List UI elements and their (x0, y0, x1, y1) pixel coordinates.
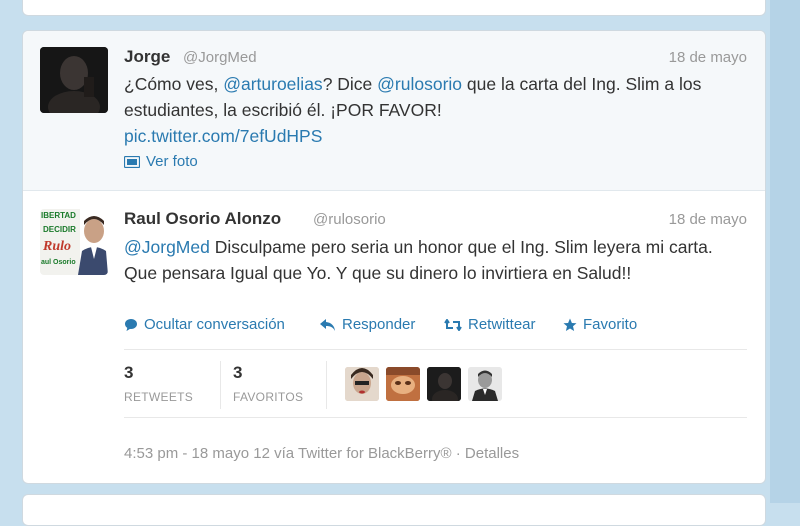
tweet-text: ¿Cómo ves, @arturoelias? Dice @rulosorio… (124, 71, 754, 149)
avatar-text: IBERTAD (41, 211, 76, 220)
favoriter-avatar[interactable] (427, 367, 461, 401)
reply-button[interactable]: Responder (320, 316, 415, 333)
avatar-text: Rulo (42, 239, 71, 254)
tweet-date[interactable]: 18 de mayo (669, 211, 747, 228)
text-segment: Disculpame pero seria un honor que el In… (124, 237, 713, 283)
avatar-text: aul Osorio (41, 259, 76, 266)
favoriter-avatar[interactable] (468, 367, 502, 401)
favorite-label: Favorito (583, 316, 638, 333)
favorites-count[interactable]: 3 (233, 363, 242, 383)
mention-link[interactable]: @JorgMed (124, 237, 210, 257)
user-handle[interactable]: @rulosorio (313, 211, 386, 228)
hide-conversation-label: Ocultar conversación (144, 316, 285, 333)
divider (124, 349, 747, 350)
favoriter-avatar[interactable] (386, 367, 420, 401)
favorites-label[interactable]: FAVORITOS (233, 390, 303, 404)
retweet-label: Retwittear (468, 316, 536, 333)
reply-icon (320, 319, 335, 332)
star-icon (563, 318, 577, 332)
tweet-date[interactable]: 18 de mayo (669, 49, 747, 66)
avatar-text: DECIDIR (43, 225, 76, 234)
mention-link[interactable]: @rulosorio (377, 74, 462, 94)
previous-tweet-card (22, 0, 766, 16)
mention-link[interactable]: @arturoelias (223, 74, 322, 94)
user-handle[interactable]: @JorgMed (183, 49, 257, 66)
retweet-icon (444, 319, 462, 332)
pic-link[interactable]: pic.twitter.com/7efUdHPS (124, 126, 322, 146)
user-name[interactable]: Jorge (124, 47, 170, 67)
avatar[interactable] (40, 47, 108, 113)
next-tweet-card (22, 494, 766, 526)
view-photo-link[interactable]: Ver foto (124, 153, 198, 170)
hide-conversation-link[interactable]: Ocultar conversación (124, 316, 285, 333)
speech-bubble-icon (125, 319, 137, 332)
reply-label: Responder (342, 316, 416, 333)
tweet-jorge[interactable]: Jorge @JorgMed 18 de mayo ¿Cómo ves, @ar… (23, 31, 765, 191)
tweet-timestamp-details[interactable]: 4:53 pm - 18 mayo 12 vía Twitter for Bla… (124, 445, 519, 462)
photo-icon (124, 156, 140, 169)
tweet-text: @JorgMed Disculpame pero seria un honor … (124, 234, 749, 286)
text-segment: ¿Cómo ves, (124, 74, 224, 94)
avatar[interactable]: IBERTAD DECIDIR Rulo aul Osorio (40, 209, 108, 275)
text-segment: ? Dice (322, 74, 378, 94)
stats-separator (326, 361, 327, 409)
divider (124, 417, 747, 418)
user-name[interactable]: Raul Osorio Alonzo (124, 209, 281, 229)
view-photo-label: Ver foto (146, 153, 198, 170)
conversation-card: Jorge @JorgMed 18 de mayo ¿Cómo ves, @ar… (22, 30, 766, 484)
page-edge-stripe (770, 0, 800, 503)
favoriter-avatar[interactable] (345, 367, 379, 401)
retweet-button[interactable]: Retwittear (444, 316, 536, 333)
retweets-label[interactable]: RETWEETS (124, 390, 193, 404)
favorite-button[interactable]: Favorito (563, 316, 637, 333)
stats-separator (220, 361, 221, 409)
campaign-avatar-image: IBERTAD DECIDIR Rulo aul Osorio (40, 209, 108, 275)
retweets-count[interactable]: 3 (124, 363, 133, 383)
